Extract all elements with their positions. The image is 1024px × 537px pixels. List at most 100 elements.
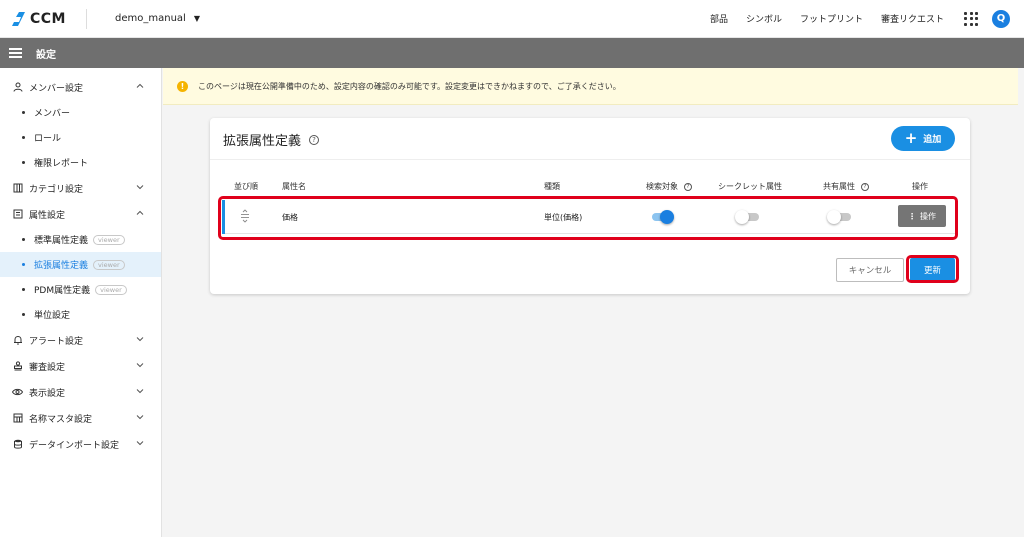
eye-icon [12,387,23,398]
plus-icon: + [904,129,918,147]
sidebar-group-display-settings[interactable]: 表示設定 [0,379,161,405]
attribute-name: 価格 [282,213,298,222]
more-vert-icon: ⋮ [908,211,916,221]
nav-parts[interactable]: 部品 [710,12,728,25]
drag-handle-icon[interactable] [240,209,250,223]
stamp-icon [12,361,23,372]
bullet [22,136,25,139]
chevron-up-icon [136,210,144,215]
row-accent [222,200,225,234]
app-logo[interactable]: CCM [10,11,86,27]
nav-review-requests[interactable]: 審査リクエスト [881,12,944,25]
shared-toggle[interactable] [827,210,851,224]
top-nav: 部品 シンボル フットプリント 審査リクエスト Q [710,9,1024,28]
table-icon [12,413,23,424]
sidebar-group-review-settings[interactable]: 審査設定 [0,353,161,379]
column-header-label: 共有属性 [823,182,855,191]
row-actions-label: 操作 [920,211,936,221]
sidebar-group-label: アラート設定 [29,336,84,347]
sidebar-item-label: メンバー [34,109,71,119]
settings-header-bar: 設定 [0,38,1024,68]
chevron-down-icon [136,441,144,446]
sidebar-item-label: 権限レポート [34,159,89,169]
sidebar-item-members[interactable]: メンバー [0,100,161,125]
sidebar-item-standard-attributes[interactable]: 標準属性定義 viewer [0,227,161,252]
sidebar-group-label: カテゴリ設定 [29,184,84,195]
column-header-shared: 共有属性 ? [823,181,869,192]
sidebar-item-label: 標準属性定義 [34,236,89,246]
project-name: demo_manual [115,13,186,24]
sidebar-item-unit-settings[interactable]: 単位設定 [0,302,161,327]
sidebar-group-attribute-settings[interactable]: 属性設定 [0,201,161,227]
sidebar-group-alert-settings[interactable]: アラート設定 [0,327,161,353]
help-icon[interactable]: ? [684,182,692,191]
bullet [22,238,25,241]
chevron-up-icon [136,83,144,88]
help-icon[interactable]: ? [309,134,320,145]
top-bar: CCM demo_manual ▼ 部品 シンボル フットプリント 審査リクエス… [0,0,1024,38]
notice-text: このページは現在公開準備中のため、設定内容の確認のみ可能です。設定変更はできかね… [198,81,621,91]
sidebar-item-roles[interactable]: ロール [0,125,161,150]
bullet [22,263,25,266]
sidebar-group-name-master-settings[interactable]: 名称マスタ設定 [0,405,161,431]
sidebar-item-permission-report[interactable]: 権限レポート [0,150,161,175]
notice-banner: ! このページは現在公開準備中のため、設定内容の確認のみ可能です。設定変更はでき… [163,68,1018,105]
ccm-logo-icon [12,11,25,26]
chevron-down-icon [136,363,144,368]
sidebar: メンバー設定 メンバー ロール 権限レポート カテゴリ設定 属性設定 標準属性定… [0,68,162,537]
extended-attribute-card: 拡張属性定義 ? + 追加 並び順 属性名 種類 検索対象 ? シークレット属性… [210,118,970,294]
warning-icon: ! [177,80,188,92]
viewer-badge: viewer [93,234,125,245]
add-button[interactable]: + 追加 [891,126,955,151]
sidebar-item-extended-attributes[interactable]: 拡張属性定義 viewer [0,252,161,277]
divider [86,8,87,29]
cancel-button[interactable]: キャンセル [836,258,904,282]
database-icon [12,439,23,450]
update-button[interactable]: 更新 [910,258,955,282]
sidebar-group-category-settings[interactable]: カテゴリ設定 [0,175,161,201]
sidebar-group-label: 表示設定 [29,388,66,399]
column-header-secret: シークレット属性 [718,182,782,191]
apps-grid-icon[interactable] [964,11,978,26]
list-icon [12,209,23,220]
sidebar-group-label: メンバー設定 [29,83,84,94]
bell-icon [12,335,23,346]
chevron-down-icon [136,337,144,342]
column-header-order: 並び順 [234,182,258,191]
sidebar-group-label: 名称マスタ設定 [29,414,93,425]
project-selector[interactable]: demo_manual ▼ [115,13,200,24]
person-icon [12,82,23,93]
attribute-type: 単位(価格) [544,213,583,222]
bullet [22,313,25,316]
avatar[interactable]: Q [992,9,1010,28]
searchable-toggle[interactable] [650,210,674,224]
column-header-attribute-name: 属性名 [282,182,306,191]
sidebar-group-member-settings[interactable]: メンバー設定 [0,74,161,100]
menu-icon[interactable] [9,48,22,58]
row-actions-button[interactable]: ⋮ 操作 [898,205,946,227]
sidebar-item-pdm-attributes[interactable]: PDM属性定義 viewer [0,277,161,302]
column-header-label: 検索対象 [646,182,678,191]
bullet [22,111,25,114]
chevron-down-icon [136,389,144,394]
add-button-label: 追加 [923,135,942,145]
viewer-badge: viewer [95,284,127,295]
column-header-type: 種類 [544,182,560,191]
caret-down-icon: ▼ [193,14,200,23]
chevron-down-icon [136,185,144,190]
page-title: 設定 [36,49,56,61]
sidebar-group-label: 属性設定 [29,210,66,221]
column-header-actions: 操作 [912,182,928,191]
bullet [22,161,25,164]
column-header-searchable: 検索対象 ? [646,181,692,192]
sidebar-group-data-import-settings[interactable]: データインポート設定 [0,431,161,457]
sidebar-group-label: 審査設定 [29,362,66,373]
chevron-down-icon [136,415,144,420]
sidebar-group-label: データインポート設定 [29,440,120,451]
nav-footprints[interactable]: フットプリント [800,12,863,25]
sidebar-item-label: ロール [34,134,62,144]
secret-toggle[interactable] [735,210,759,224]
app-name: CCM [30,10,66,27]
help-icon[interactable]: ? [861,182,869,191]
nav-symbols[interactable]: シンボル [746,12,782,25]
